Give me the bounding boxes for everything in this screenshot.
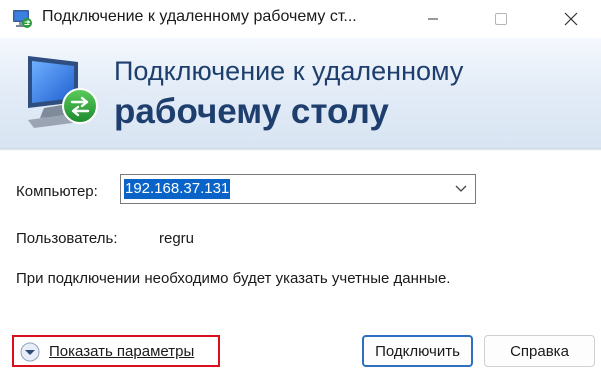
minimize-button[interactable] bbox=[410, 0, 456, 38]
computer-label: Компьютер: bbox=[16, 183, 98, 200]
banner-title-line2: рабочему столу bbox=[114, 92, 389, 131]
chevron-down-icon[interactable] bbox=[455, 184, 467, 194]
maximize-icon bbox=[495, 13, 507, 25]
minimize-icon bbox=[428, 18, 438, 20]
credentials-info-text: При подключении необходимо будет указать… bbox=[16, 270, 451, 287]
close-button[interactable] bbox=[548, 0, 594, 38]
window-title: Подключение к удаленному рабочему ст... bbox=[42, 8, 357, 25]
expand-chevron-icon bbox=[20, 342, 40, 362]
banner-divider bbox=[0, 148, 601, 151]
remote-desktop-icon bbox=[13, 10, 32, 28]
computer-connection-icon bbox=[28, 56, 98, 128]
help-button[interactable]: Справка bbox=[484, 335, 595, 367]
connect-button[interactable]: Подключить bbox=[362, 335, 473, 367]
maximize-button[interactable] bbox=[478, 0, 524, 38]
computer-input-value[interactable]: 192.168.37.131 bbox=[124, 179, 231, 199]
show-options-button[interactable]: Показать параметры bbox=[12, 335, 220, 367]
show-options-label[interactable]: Показать параметры bbox=[49, 343, 194, 360]
close-icon bbox=[564, 12, 578, 26]
user-value: regru bbox=[159, 230, 195, 247]
user-label: Пользователь: bbox=[16, 230, 118, 247]
banner-title-line1: Подключение к удаленному bbox=[114, 56, 464, 86]
computer-combobox[interactable]: 192.168.37.131 bbox=[120, 174, 476, 204]
title-bar: Подключение к удаленному рабочему ст... bbox=[0, 0, 601, 38]
